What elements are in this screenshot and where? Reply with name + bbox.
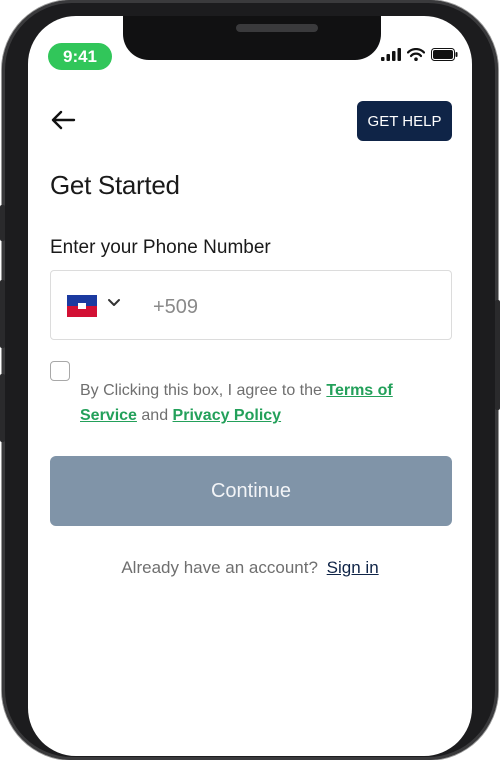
app-screen: 9:41 GET HELP Get Started Enter your Pho… <box>28 16 472 756</box>
notch <box>123 16 381 60</box>
phone-number-label: Enter your Phone Number <box>50 237 271 258</box>
get-help-button[interactable]: GET HELP <box>357 101 452 141</box>
status-time: 9:41 <box>48 43 112 70</box>
signin-row: Already have an account? Sign in <box>28 558 472 578</box>
privacy-policy-link[interactable]: Privacy Policy <box>173 407 282 424</box>
terms-text: By Clicking this box, I agree to the Ter… <box>80 378 440 428</box>
terms-joiner: and <box>141 407 169 424</box>
silent-switch <box>0 205 5 241</box>
chevron-down-icon[interactable] <box>107 298 121 308</box>
sign-in-link[interactable]: Sign in <box>327 558 379 577</box>
wifi-icon <box>407 48 425 61</box>
signal-icon <box>381 48 401 61</box>
battery-icon <box>431 48 458 61</box>
terms-prefix: By Clicking this box, I agree to the <box>80 382 322 399</box>
haiti-flag-icon[interactable] <box>67 295 97 317</box>
arrow-left-icon[interactable] <box>48 108 78 132</box>
status-icons <box>381 48 458 61</box>
phone-number-input[interactable] <box>151 289 435 325</box>
volume-down-button <box>0 374 5 442</box>
terms-checkbox[interactable] <box>50 361 70 381</box>
volume-up-button <box>0 280 5 348</box>
continue-button[interactable]: Continue <box>50 456 452 526</box>
page-title: Get Started <box>50 170 180 200</box>
speaker <box>236 24 318 32</box>
power-button <box>495 300 500 410</box>
signin-prompt: Already have an account? <box>121 558 318 577</box>
phone-number-field <box>50 270 452 340</box>
